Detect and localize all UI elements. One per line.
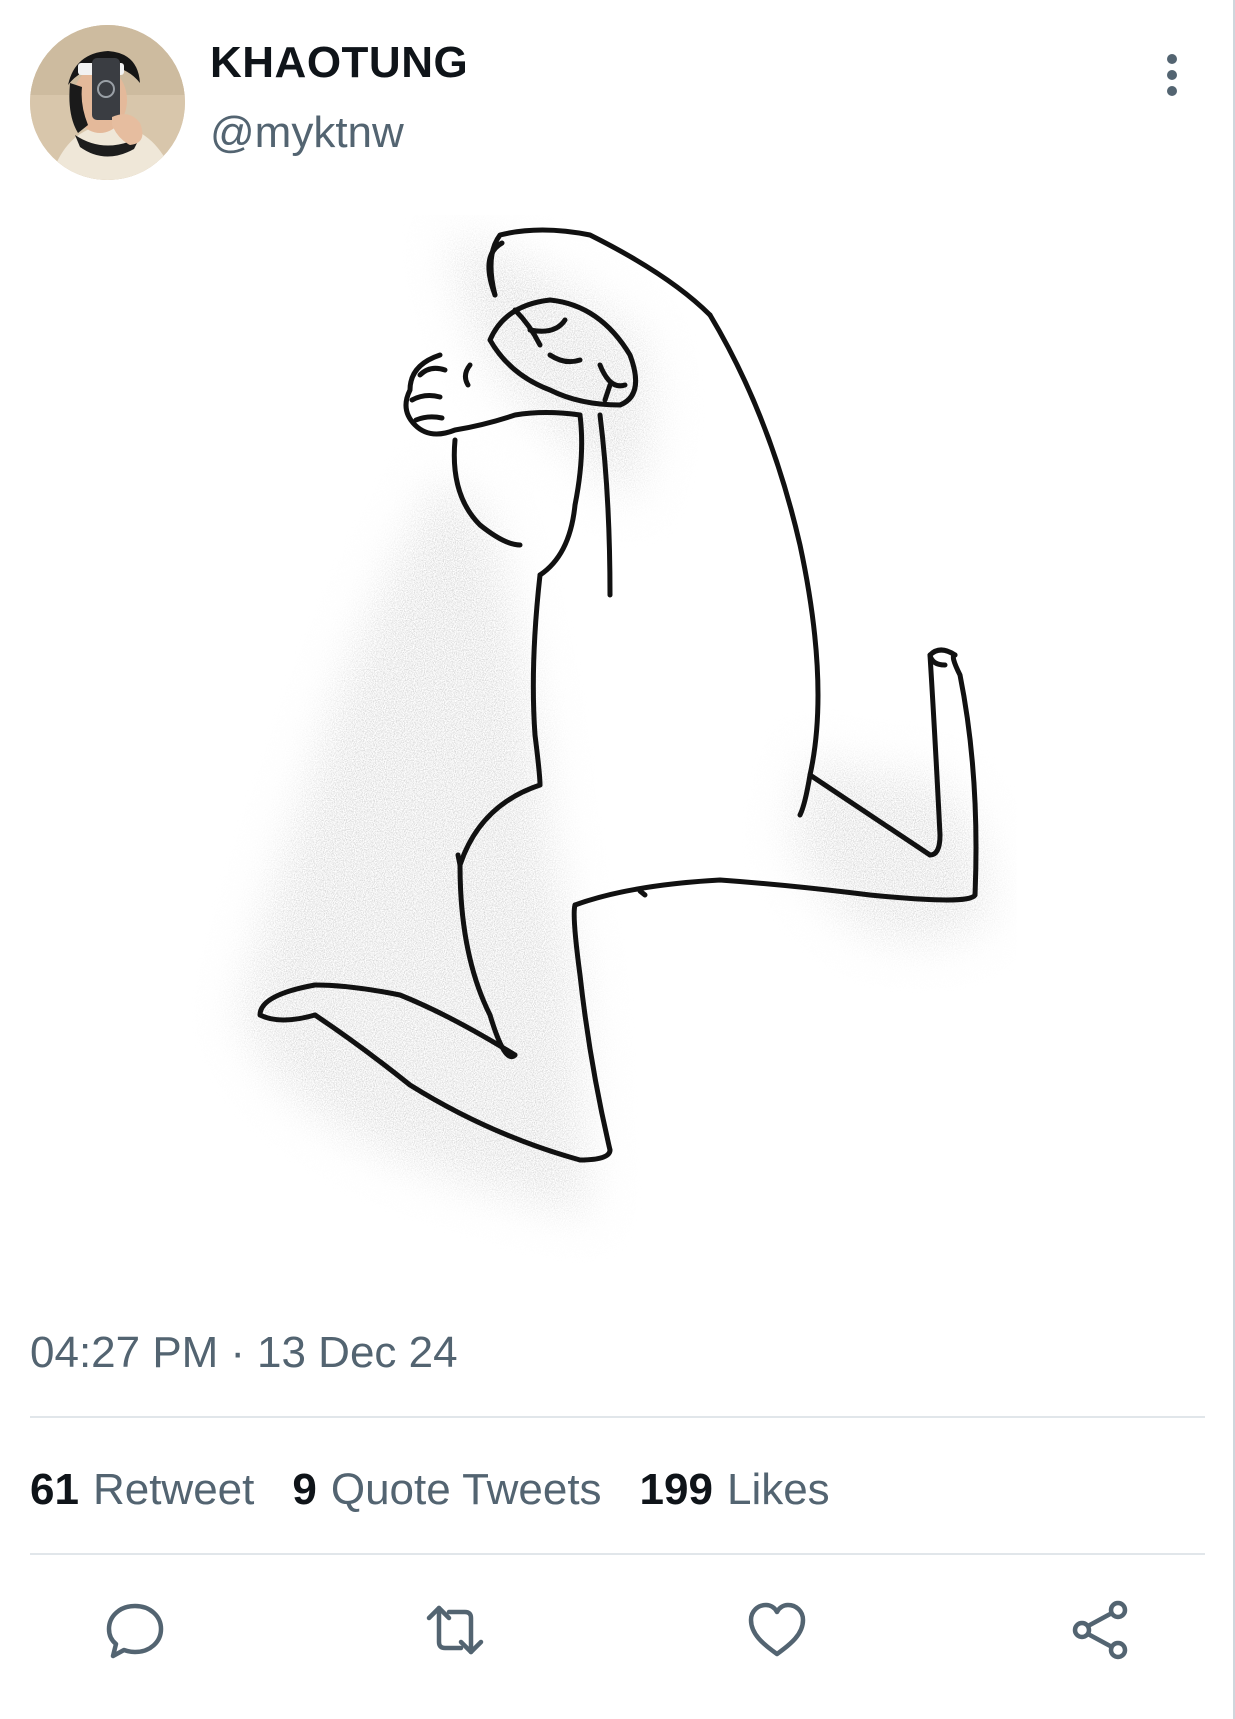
retweet-button[interactable] <box>415 1590 495 1670</box>
divider <box>30 1416 1205 1418</box>
quote-label: Quote Tweets <box>330 1465 602 1514</box>
reply-button[interactable] <box>95 1590 175 1670</box>
quote-count-link[interactable]: 9 Quote Tweets <box>292 1465 601 1515</box>
tweet-header: KHAOTUNG @myktnw <box>0 0 1235 200</box>
tweet-date: 13 Dec 24 <box>257 1328 458 1377</box>
likes-label: Likes <box>726 1465 830 1514</box>
retweet-count-link[interactable]: 61 Retweet <box>30 1465 254 1515</box>
tweet-action-bar <box>0 1590 1235 1670</box>
retweet-icon <box>426 1605 484 1655</box>
avatar[interactable] <box>30 25 185 180</box>
share-button[interactable] <box>1060 1590 1140 1670</box>
display-name[interactable]: KHAOTUNG <box>210 38 468 88</box>
handle[interactable]: @myktnw <box>210 108 404 158</box>
more-options-button[interactable] <box>1150 45 1194 105</box>
more-vertical-icon <box>1167 54 1177 96</box>
tweet-image[interactable] <box>110 215 1090 1275</box>
heart-icon <box>748 1602 806 1657</box>
like-button[interactable] <box>737 1590 817 1670</box>
timestamp-separator: · <box>230 1328 245 1377</box>
likes-count: 199 <box>639 1465 713 1514</box>
retweet-label: Retweet <box>92 1465 255 1514</box>
tweet-stats: 61 Retweet 9 Quote Tweets 199 Likes <box>30 1460 868 1520</box>
tweet-time: 04:27 PM <box>30 1328 219 1377</box>
divider <box>30 1553 1205 1555</box>
quote-count: 9 <box>292 1465 317 1514</box>
reply-icon <box>106 1603 164 1659</box>
retweet-count: 61 <box>30 1465 79 1514</box>
share-icon <box>1072 1600 1128 1660</box>
likes-count-link[interactable]: 199 Likes <box>640 1465 830 1515</box>
tweet-timestamp[interactable]: 04:27 PM · 13 Dec 24 <box>30 1328 458 1378</box>
